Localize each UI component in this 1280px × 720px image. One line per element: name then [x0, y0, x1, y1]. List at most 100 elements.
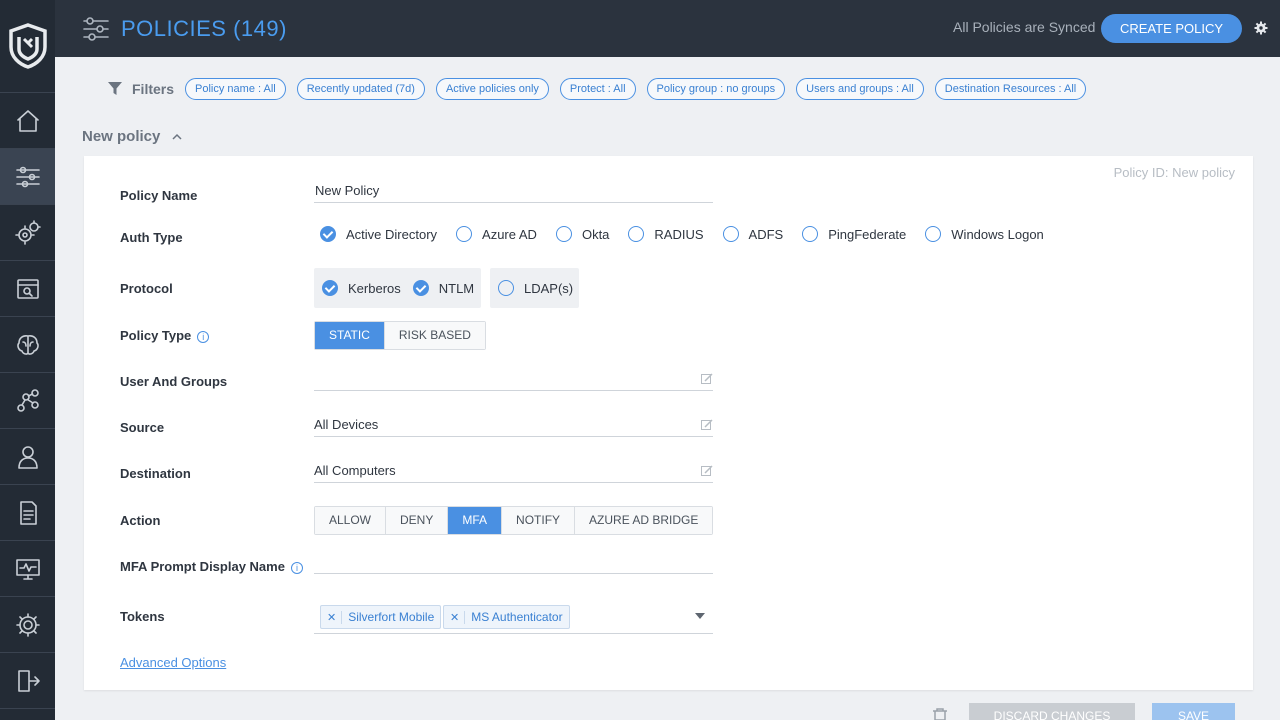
policy-name-label: Policy Name	[120, 188, 198, 203]
policy-name-input[interactable]: New Policy	[314, 179, 713, 203]
auth-type-label-text: Active Directory	[346, 226, 438, 242]
top-bar: POLICIES (149) All Policies are Synced C…	[55, 0, 1280, 57]
protocol-kerberos[interactable]: Kerberos	[322, 280, 401, 296]
protocol-ldaps[interactable]: LDAP(s)	[498, 280, 573, 296]
sync-status: All Policies are Synced	[953, 19, 1096, 35]
remove-token-icon[interactable]: ✕	[450, 610, 466, 624]
app-logo[interactable]	[0, 0, 55, 93]
create-policy-button[interactable]: CREATE POLICY	[1101, 14, 1242, 43]
auth-type-label-text: Windows Logon	[951, 226, 1044, 242]
token-label: Silverfort Mobile	[348, 610, 435, 624]
destination-field[interactable]: All Computers	[314, 459, 713, 483]
sidebar-item-analytics[interactable]	[0, 317, 55, 373]
chevron-up-icon[interactable]	[172, 132, 182, 142]
sidebar	[0, 0, 55, 720]
destination-label: Destination	[120, 466, 191, 481]
policy-name-value: New Policy	[315, 183, 380, 198]
destination-value: All Computers	[314, 463, 396, 478]
protocol-group-kerberos-ntlm: Kerberos NTLM	[314, 268, 481, 308]
remove-token-icon[interactable]: ✕	[327, 610, 343, 624]
gear-icon[interactable]	[1254, 21, 1268, 35]
auth-type-label-text: PingFederate	[828, 226, 907, 242]
trash-icon[interactable]	[931, 708, 949, 720]
sidebar-item-settings[interactable]	[0, 597, 55, 653]
users-groups-field[interactable]	[314, 367, 713, 391]
filter-icon	[108, 82, 122, 95]
policy-type-static[interactable]: STATIC	[315, 322, 385, 349]
protocol-label-text: LDAP(s)	[524, 280, 574, 296]
monitor-icon	[15, 558, 40, 580]
mfa-prompt-input[interactable]	[314, 550, 713, 574]
chevron-down-icon[interactable]	[695, 613, 705, 619]
sidebar-item-configuration[interactable]	[0, 205, 55, 261]
filters-label: Filters	[132, 81, 175, 97]
shield-logo-icon	[8, 23, 47, 69]
logout-icon	[17, 669, 40, 692]
sidebar-item-home[interactable]	[0, 93, 55, 149]
auth-type-label-text: Okta	[581, 226, 610, 242]
mfa-prompt-label-text: MFA Prompt Display Name	[120, 559, 285, 574]
filters-bar: Filters Policy name : All Recently updat…	[108, 78, 1097, 100]
token-label: MS Authenticator	[471, 610, 563, 624]
filter-chip-policy-name[interactable]: Policy name : All	[185, 78, 286, 100]
action-allow[interactable]: ALLOW	[315, 507, 387, 534]
sidebar-item-policies[interactable]	[0, 149, 55, 205]
action-azure-ad-bridge[interactable]: AZURE AD BRIDGE	[575, 507, 713, 534]
auth-type-active-directory[interactable]: Active Directory	[320, 226, 437, 242]
edit-icon[interactable]	[701, 419, 713, 431]
protocol-label: Protocol	[120, 281, 173, 296]
info-icon[interactable]: i	[197, 330, 210, 343]
sidebar-item-reports[interactable]	[0, 485, 55, 541]
filter-chip-users-groups[interactable]: Users and groups : All	[796, 78, 924, 100]
sidebar-item-users[interactable]	[0, 429, 55, 485]
protocol-ntlm[interactable]: NTLM	[412, 280, 475, 296]
discovery-icon	[16, 278, 39, 299]
action-label: Action	[120, 513, 161, 528]
checked-checkbox-icon	[322, 280, 338, 296]
action-toggle: ALLOW DENY MFA NOTIFY AZURE AD BRIDGE	[314, 506, 714, 535]
section-title: New policy	[82, 128, 161, 145]
auth-type-windows-logon[interactable]: Windows Logon	[925, 226, 1044, 242]
filter-chip-active-policies[interactable]: Active policies only	[435, 78, 549, 100]
radio-icon	[456, 226, 473, 242]
save-button[interactable]: SAVE	[1152, 703, 1235, 720]
filter-chip-protect[interactable]: Protect : All	[559, 78, 636, 100]
source-value: All Devices	[314, 417, 379, 432]
checkbox-icon	[498, 280, 514, 296]
auth-type-okta[interactable]: Okta	[555, 226, 610, 242]
protocol-label-text: NTLM	[438, 280, 475, 296]
action-notify[interactable]: NOTIFY	[502, 507, 576, 534]
discard-changes-button[interactable]: DISCARD CHANGES	[969, 703, 1135, 720]
edit-icon[interactable]	[701, 465, 713, 477]
source-field[interactable]: All Devices	[314, 413, 713, 437]
brain-icon	[16, 334, 39, 355]
auth-type-azure-ad[interactable]: Azure AD	[456, 226, 537, 242]
policy-type-risk-based[interactable]: RISK BASED	[384, 322, 485, 349]
sidebar-item-discovery[interactable]	[0, 261, 55, 317]
mfa-prompt-label: MFA Prompt Display Name i	[120, 559, 303, 574]
edit-icon[interactable]	[701, 373, 713, 385]
auth-type-label-text: ADFS	[748, 226, 784, 242]
auth-type-label-text: Azure AD	[482, 226, 537, 242]
token-chip-ms-authenticator: ✕ MS Authenticator	[443, 605, 570, 629]
sidebar-item-graph[interactable]	[0, 373, 55, 429]
filter-chip-destination-resources[interactable]: Destination Resources : All	[934, 78, 1087, 100]
radio-icon	[802, 226, 819, 242]
action-deny[interactable]: DENY	[386, 507, 449, 534]
sidebar-item-logout[interactable]	[0, 653, 55, 709]
filter-chip-policy-group[interactable]: Policy group : no groups	[646, 78, 786, 100]
new-policy-section-header[interactable]: New policy	[82, 128, 182, 145]
auth-type-pingfederate[interactable]: PingFederate	[802, 226, 906, 242]
advanced-options-link[interactable]: Advanced Options	[120, 655, 226, 670]
radio-icon	[628, 226, 645, 242]
auth-type-adfs[interactable]: ADFS	[722, 226, 784, 242]
checked-checkbox-icon	[412, 280, 429, 296]
auth-type-label: Auth Type	[120, 230, 183, 245]
info-icon[interactable]: i	[290, 561, 303, 574]
policies-icon	[15, 166, 40, 187]
tokens-label: Tokens	[120, 609, 165, 624]
filter-chip-recently-updated[interactable]: Recently updated (7d)	[296, 78, 425, 100]
action-mfa[interactable]: MFA	[448, 507, 503, 534]
sidebar-item-monitor[interactable]	[0, 541, 55, 597]
auth-type-radius[interactable]: RADIUS	[628, 226, 704, 242]
